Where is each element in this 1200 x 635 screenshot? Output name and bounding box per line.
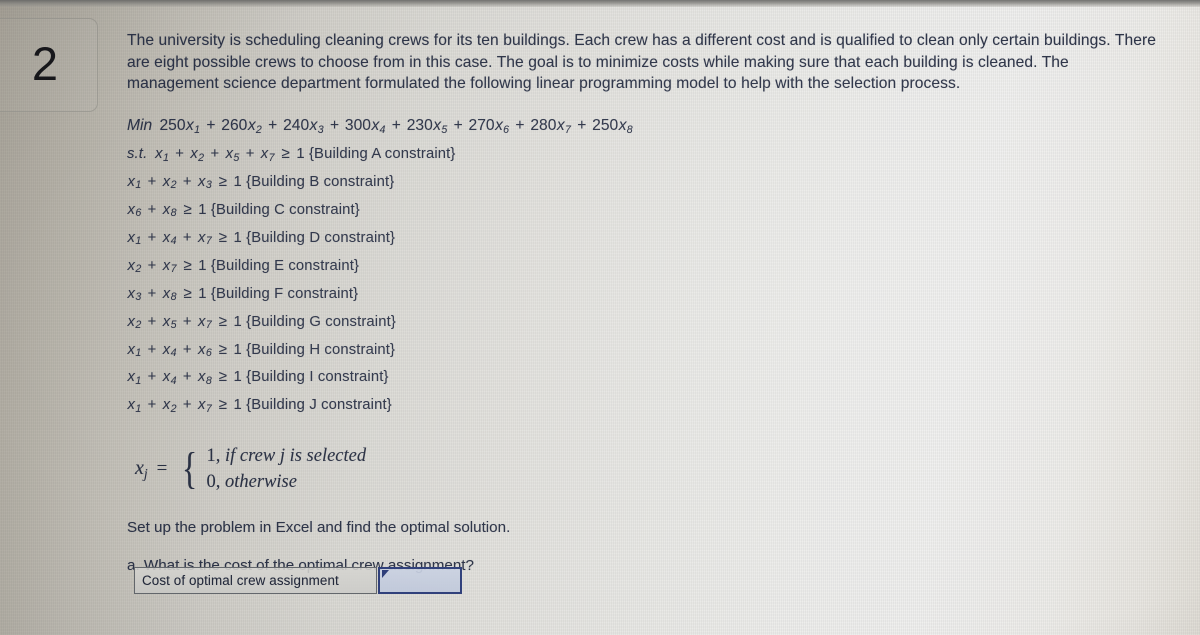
constraint-line: x1 + x2 + x7 ≥ 1 {Building J constraint}: [127, 396, 392, 416]
variable-symbol: xj: [135, 457, 148, 481]
constraint-line: x2 + x5 + x7 ≥ 1 {Building G constraint}: [127, 312, 396, 332]
constraint-label: {Building E constraint}: [210, 257, 360, 274]
case-otherwise: 0, otherwise: [207, 469, 367, 495]
linear-programming-model: Min 250x1 + 260x2 + 240x3 + 300x4 + 230x…: [127, 114, 1172, 422]
constraint-line: s.t. x1 + x2 + x5 + x7 ≥ 1 {Building A c…: [127, 144, 456, 164]
answer-input-container[interactable]: [378, 567, 462, 594]
problem-statement: The university is scheduling cleaning cr…: [127, 32, 1156, 93]
question-content: The university is scheduling cleaning cr…: [127, 30, 1172, 576]
constraint-line: x1 + x4 + x7 ≥ 1 {Building D constraint}: [127, 228, 396, 248]
case-selected-text: if crew j is selected: [225, 446, 367, 467]
text-caret-icon: [382, 570, 389, 578]
constraint-label: {Building H constraint}: [246, 341, 396, 358]
binary-variable-definition: xj = { 1, if crew j is selected 0, other…: [135, 443, 1172, 495]
constraint-line: x1 + x2 + x3 ≥ 1 {Building B constraint}: [127, 172, 395, 192]
case-selected: 1, if crew j is selected: [207, 443, 367, 469]
left-brace-glyph: {: [182, 444, 198, 494]
objective-function: Min 250x1 + 260x2 + 240x3 + 300x4 + 230x…: [127, 116, 633, 136]
setup-instruction: Set up the problem in Excel and find the…: [127, 519, 511, 537]
case-otherwise-value: 0,: [206, 472, 221, 493]
constraint-line: x2 + x7 ≥ 1 {Building E constraint}: [127, 256, 360, 276]
equals-sign: =: [156, 458, 168, 480]
cost-of-optimal-crew-assignment-input[interactable]: [380, 569, 460, 592]
constraint-label: {Building D constraint}: [246, 229, 396, 246]
constraint-label: {Building J constraint}: [246, 397, 392, 414]
answer-label: Cost of optimal crew assignment: [134, 567, 377, 594]
constraint-line: x1 + x4 + x6 ≥ 1 {Building H constraint}: [127, 340, 396, 360]
constraint-label: {Building G constraint}: [246, 313, 396, 330]
constraint-line: x6 + x8 ≥ 1 {Building C constraint}: [127, 200, 360, 220]
constraint-line: x3 + x8 ≥ 1 {Building F constraint}: [127, 284, 359, 304]
constraint-label: {Building I constraint}: [246, 369, 389, 386]
answer-row: Cost of optimal crew assignment: [134, 567, 462, 594]
question-number-badge: 2: [0, 18, 98, 112]
top-edge-band: [0, 0, 1200, 7]
constraint-label: {Building F constraint}: [210, 285, 359, 302]
case-otherwise-text: otherwise: [225, 472, 297, 493]
constraint-label: {Building B constraint}: [246, 173, 395, 190]
question-page: 2 The university is scheduling cleaning …: [0, 0, 1200, 635]
case-selected-value: 1,: [206, 446, 221, 467]
constraint-line: x1 + x4 + x8 ≥ 1 {Building I constraint}: [127, 368, 389, 388]
constraint-label: {Building C constraint}: [210, 201, 360, 218]
question-number-label: 2: [31, 36, 59, 90]
constraint-label: {Building A constraint}: [308, 145, 456, 162]
constraint-list: s.t. x1 + x2 + x5 + x7 ≥ 1 {Building A c…: [127, 142, 1172, 422]
cases-block: 1, if crew j is selected 0, otherwise: [207, 443, 367, 495]
